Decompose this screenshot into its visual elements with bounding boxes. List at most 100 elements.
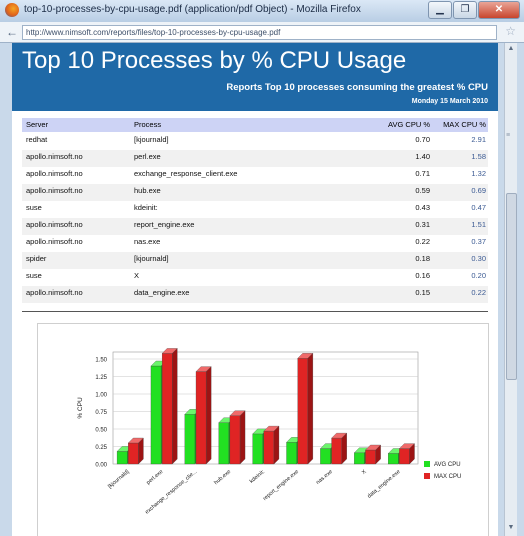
firefox-icon (5, 3, 19, 17)
cell-server: apollo.nimsoft.no (26, 152, 83, 161)
cell-avg: 0.15 (415, 288, 430, 297)
x-tick-label: perl.exe (146, 469, 165, 486)
bar-side-max (172, 348, 178, 465)
bar-side-max (206, 366, 212, 465)
cell-process: [kjournald] (134, 135, 169, 144)
scroll-thumb[interactable] (506, 193, 517, 380)
cpu-bar-chart: 0.00 0.25 0.50 0.75 1.00 1.25 1.50 % CPU [kjourn… (37, 323, 489, 536)
x-tick-label: X (361, 469, 368, 476)
column-header-max-cpu: MAX CPU % (443, 120, 486, 129)
window-titlebar: top-10-processes-by-cpu-usage.pdf (appli… (0, 0, 524, 23)
bar-max (263, 430, 275, 465)
report-date: Monday 15 March 2010 (411, 98, 488, 105)
report-header: Top 10 Processes by % CPU Usage Reports … (12, 43, 498, 111)
report-title: Top 10 Processes by % CPU Usage (22, 47, 407, 74)
legend-label-max: MAX CPU (434, 474, 461, 480)
table-bottom-rule (22, 311, 488, 312)
bar-avg (116, 451, 128, 465)
x-tick-label: kdeinit: (249, 469, 267, 485)
cell-avg: 0.18 (415, 254, 430, 263)
url-field[interactable]: http://www.nimsoft.com/reports/files/top… (22, 25, 497, 40)
bar-avg (252, 433, 263, 465)
table-header: Server Process AVG CPU % MAX CPU % (22, 118, 488, 132)
bar-max (297, 358, 308, 465)
cell-avg: 0.71 (415, 169, 430, 178)
cell-process: exchange_response_client.exe (134, 169, 238, 178)
cell-avg: 0.59 (415, 186, 430, 195)
bar-side-max (239, 410, 246, 465)
cell-process: hub.exe (134, 186, 161, 195)
star-icon[interactable]: ☆ (505, 24, 516, 38)
bar-max (229, 415, 241, 465)
cell-server: apollo.nimsoft.no (26, 288, 83, 297)
bar-avg (184, 414, 196, 465)
y-axis-label: % CPU (77, 397, 84, 419)
scroll-down-arrow-icon[interactable]: ▼ (506, 524, 516, 534)
table-row: apollo.nimsoft.no perl.exe 1.40 1.58 (22, 150, 488, 167)
process-table: redhat [kjournald] 0.70 2.91 apollo.nimsoft… (22, 133, 488, 303)
x-tick-label: [kjournald] (107, 469, 131, 490)
bar-max (195, 371, 207, 465)
cell-process: data_engine.exe (134, 288, 190, 297)
y-tick-label: 0.00 (95, 463, 107, 469)
cell-process: perl.exe (134, 152, 161, 161)
table-row: suse kdeinit: 0.43 0.47 (22, 201, 488, 218)
table-row: suse X 0.16 0.20 (22, 269, 488, 286)
window-title: top-10-processes-by-cpu-usage.pdf (appli… (24, 4, 361, 15)
bar-max (365, 449, 376, 465)
chart-canvas: 0.00 0.25 0.50 0.75 1.00 1.25 1.50 % CPU [kjourn… (77, 348, 461, 516)
cell-max: 0.37 (471, 237, 486, 246)
cell-avg: 0.22 (415, 237, 430, 246)
cell-max: 1.58 (471, 152, 486, 161)
cell-avg: 0.43 (415, 203, 430, 212)
table-row: redhat [kjournald] 0.70 2.91 (22, 133, 488, 150)
bar-side-max (273, 425, 280, 465)
close-button[interactable]: ✕ (478, 1, 520, 19)
y-tick-label: 0.50 (95, 428, 107, 434)
maximize-button[interactable]: ❐ (453, 1, 477, 19)
vertical-scrollbar[interactable]: ▲ ≡ ▼ (504, 43, 517, 536)
column-header-server: Server (26, 120, 49, 129)
cell-server: apollo.nimsoft.no (26, 220, 83, 229)
bar-max (399, 448, 410, 465)
x-tick-label: hub.exe (213, 469, 232, 486)
column-header-avg-cpu: AVG CPU % (388, 120, 430, 129)
minimize-button[interactable]: ▁ (428, 1, 452, 19)
cell-avg: 0.16 (415, 271, 430, 280)
legend-label-avg: AVG CPU (434, 462, 461, 468)
y-tick-label: 1.25 (95, 375, 107, 381)
bar-avg (388, 453, 399, 465)
cell-process: nas.exe (134, 237, 161, 246)
cell-max: 0.22 (471, 288, 486, 297)
cell-server: apollo.nimsoft.no (26, 186, 83, 195)
bar-max (331, 437, 342, 465)
bar-avg (320, 448, 331, 465)
back-arrow-icon[interactable]: ← (6, 25, 18, 39)
cell-process: kdeinit: (134, 203, 158, 212)
cell-avg: 1.40 (415, 152, 430, 161)
table-row: apollo.nimsoft.no report_engine.exe 0.31 1.… (22, 218, 488, 235)
cell-server: suse (26, 271, 42, 280)
cell-max: 0.69 (471, 186, 486, 195)
pdf-viewport: Top 10 Processes by % CPU Usage Reports … (12, 43, 498, 536)
cell-server: spider (26, 254, 47, 263)
cell-server: apollo.nimsoft.no (26, 169, 83, 178)
cell-max: 2.91 (471, 135, 486, 144)
legend-swatch-max (424, 473, 430, 479)
cell-process: X (134, 271, 140, 280)
bar-side-max (341, 432, 347, 465)
scroll-up-arrow-icon[interactable]: ▲ (506, 45, 516, 55)
address-bar: ← http://www.nimsoft.com/reports/files/t… (0, 22, 524, 43)
bar-max (128, 442, 139, 465)
cell-server: suse (26, 203, 42, 212)
bar-side-max (307, 352, 313, 465)
cell-server: redhat (26, 135, 48, 144)
cell-avg: 0.70 (415, 135, 430, 144)
cell-max: 0.30 (471, 254, 486, 263)
x-tick-label: data_engine.exe (367, 469, 402, 500)
bar-avg (354, 452, 365, 465)
table-row: apollo.nimsoft.no data_engine.exe 0.15 0.22 (22, 286, 488, 303)
cell-avg: 0.31 (415, 220, 430, 229)
x-tick-label: nas.exe (315, 469, 334, 486)
bar-avg (218, 422, 230, 465)
